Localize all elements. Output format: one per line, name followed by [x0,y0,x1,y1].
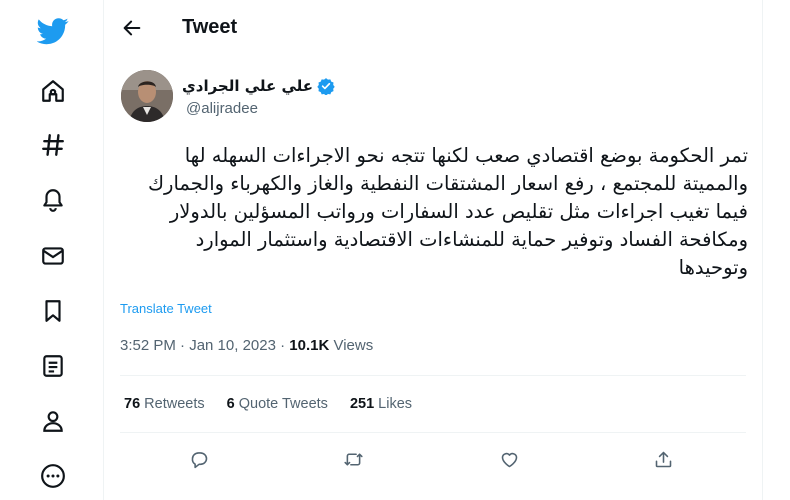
tweet-text-line: ومكافحة الفساد وتوفير حماية للمنشاءات ال… [195,228,748,251]
tweet-stats: 76 Retweets 6 Quote Tweets 251 Likes [124,396,412,412]
tweet-detail-column: Tweet علي علي الجرادي @alijradee تمر الح… [104,0,762,500]
quotes-label: Quote Tweets [234,396,328,412]
tweet-text-line: فيما تغيب اجراءات مثل تقليص عدد السفارات… [169,200,748,223]
lists-icon[interactable] [38,351,68,381]
share-icon[interactable] [650,446,676,472]
notifications-bell-icon[interactable] [38,185,68,215]
translate-tweet-link[interactable]: Translate Tweet [120,301,212,316]
tweet-meta: 3:52 PM · Jan 10, 2023 · 10.1K Views [120,337,373,354]
views-count: 10.1K [289,337,330,354]
retweets-stat[interactable]: 76 Retweets [124,396,205,412]
page-title: Tweet [182,16,238,38]
retweets-count: 76 [124,396,141,412]
author-name[interactable]: علي علي الجرادي [182,77,313,95]
tweet-text-line: تمر الحكومة بوضع اقتصادي صعب لكنها تتجه … [184,144,748,167]
messages-envelope-icon[interactable] [38,241,68,271]
reply-icon[interactable] [186,446,212,472]
right-column-divider [762,0,763,500]
tweet-text-line: والمميتة للمجتمع ، رفع اسعار المشتقات ال… [147,172,748,195]
retweet-icon[interactable] [340,446,366,472]
likes-label: Likes [374,396,413,412]
home-icon[interactable] [38,76,68,106]
nav-sidebar [0,0,104,500]
author-name-row[interactable]: علي علي الجرادي [182,77,335,95]
like-heart-icon[interactable] [496,446,522,472]
page-header: Tweet [104,0,762,56]
divider [120,432,746,433]
retweets-label: Retweets [140,396,205,412]
tweet-text: تمر الحكومة بوضع اقتصادي صعب لكنها تتجه … [118,142,748,282]
author-avatar[interactable] [121,70,173,122]
back-arrow-icon[interactable] [118,14,146,42]
tweet-text-line: وتوحيدها [678,256,748,279]
profile-icon[interactable] [38,406,68,436]
likes-count: 251 [349,396,375,412]
quote-tweets-stat[interactable]: 6 Quote Tweets [227,396,328,412]
quotes-count: 6 [226,396,235,412]
tweet-actions [104,446,762,474]
twitter-logo-icon[interactable] [36,14,70,48]
more-icon[interactable] [38,461,68,491]
tweet-timestamp[interactable]: 3:52 PM · Jan 10, 2023 · [120,337,289,354]
verified-badge-icon [317,78,335,95]
divider [120,375,746,376]
views-label: Views [329,337,374,354]
explore-hashtag-icon[interactable] [38,130,68,160]
bookmarks-icon[interactable] [38,296,68,326]
author-handle[interactable]: @alijradee [186,100,258,117]
likes-stat[interactable]: 251 Likes [350,396,412,412]
